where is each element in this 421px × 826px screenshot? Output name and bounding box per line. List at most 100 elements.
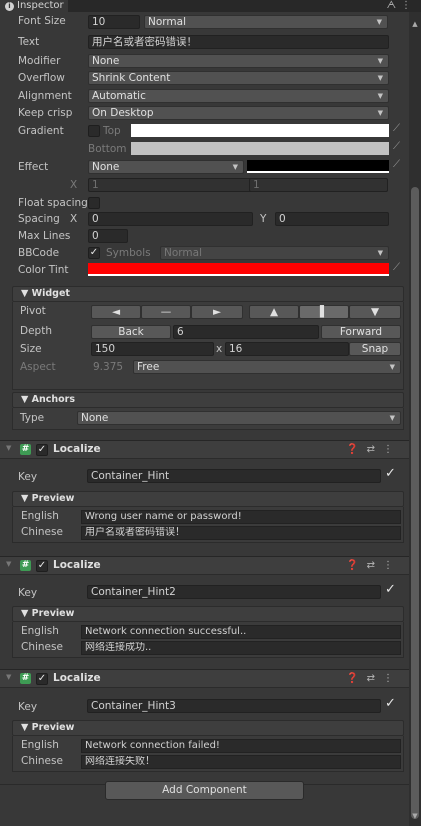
component-enabled-checkbox[interactable]: ✓ xyxy=(36,444,48,456)
kebab-menu-icon[interactable]: ⋮ xyxy=(383,560,401,571)
modifier-value: None xyxy=(92,55,120,67)
preview-lang: Chinese xyxy=(21,755,63,767)
help-icon[interactable]: ❓ xyxy=(346,673,366,684)
preview-row: Chinese 网络连接失败！ xyxy=(13,754,403,770)
inspector-tab-bar: i Inspector ᗅ⋮ xyxy=(0,0,421,12)
help-icon[interactable]: ❓ xyxy=(346,444,366,455)
kebab-menu-icon[interactable]: ⋮ xyxy=(383,673,401,684)
overflow-label: Overflow xyxy=(18,72,65,84)
modifier-label: Modifier xyxy=(18,55,61,67)
pivot-bottom-button[interactable]: ▼ xyxy=(349,305,401,319)
presets-icon[interactable]: ⇄ xyxy=(367,444,383,455)
presets-icon[interactable]: ⇄ xyxy=(367,673,383,684)
height-field[interactable]: 16 xyxy=(225,342,349,356)
effect-dropdown[interactable]: None ▼ xyxy=(88,160,244,174)
modifier-dropdown[interactable]: None ▼ xyxy=(88,54,389,68)
component-title: Localize xyxy=(53,672,101,684)
gradient-bottom-label: Bottom xyxy=(88,143,127,155)
presets-icon[interactable]: ⇄ xyxy=(367,560,383,571)
effect-y-field[interactable]: 1 xyxy=(249,178,388,192)
eyedropper-icon[interactable]: ⟋ xyxy=(393,159,400,170)
localize-component-header[interactable]: ▼ # ✓ Localize ❓⇄⋮ xyxy=(0,556,409,575)
overflow-dropdown[interactable]: Shrink Content ▼ xyxy=(88,71,389,85)
preview-row: English Network connection failed! xyxy=(13,738,403,754)
spacing-y-field[interactable]: 0 xyxy=(275,212,389,226)
anchors-type-label: Type xyxy=(20,412,45,424)
kebab-menu-icon[interactable]: ⋮ xyxy=(383,444,401,455)
effect-value: None xyxy=(92,161,120,173)
scrollbar-thumb[interactable] xyxy=(411,187,419,819)
float-spacing-label: Float spacing xyxy=(18,197,88,209)
key-label: Key xyxy=(18,587,38,599)
color-tint-swatch[interactable] xyxy=(88,263,389,276)
preview-text: 网络连接失败！ xyxy=(81,755,401,769)
pivot-top-button[interactable]: ▲ xyxy=(249,305,299,319)
gradient-top-color[interactable] xyxy=(131,124,389,137)
inspector-content: Font Size 10 Normal ▼ Text 用户名或者密码错误！ Mod… xyxy=(0,12,409,826)
component-enabled-checkbox[interactable]: ✓ xyxy=(36,673,48,685)
kebab-menu-icon[interactable]: ⋮ xyxy=(401,0,416,11)
pivot-middle-button[interactable]: ▌ xyxy=(299,305,349,319)
help-icon[interactable]: ❓ xyxy=(346,560,366,571)
key-field[interactable]: Container_Hint xyxy=(87,469,381,483)
localize-component-header[interactable]: ▼ # ✓ Localize ❓⇄⋮ xyxy=(0,669,409,688)
anchors-section-header[interactable]: ▼ Anchors xyxy=(12,392,404,408)
foldout-arrow-icon[interactable]: ▼ xyxy=(6,560,11,568)
alignment-dropdown[interactable]: Automatic ▼ xyxy=(88,89,389,103)
symbols-dropdown[interactable]: Normal ▼ xyxy=(160,246,389,260)
preview-text: Network connection successful.. xyxy=(81,625,401,639)
preview-section-header[interactable]: ▼ Preview xyxy=(12,606,404,622)
aspect-label: Aspect xyxy=(20,361,56,373)
pivot-right-button[interactable]: ► xyxy=(191,305,243,319)
tab-inspector[interactable]: i Inspector xyxy=(0,0,68,12)
lock-icon[interactable]: ᗅ xyxy=(387,0,401,11)
aspect-mode-dropdown[interactable]: Free ▼ xyxy=(133,360,401,374)
spacing-x-field[interactable]: 0 xyxy=(88,212,253,226)
keep-crisp-dropdown[interactable]: On Desktop ▼ xyxy=(88,106,389,120)
key-field[interactable]: Container_Hint2 xyxy=(87,585,381,599)
gradient-checkbox[interactable] xyxy=(88,125,100,137)
depth-forward-button[interactable]: Forward xyxy=(321,325,401,339)
preview-section-header[interactable]: ▼ Preview xyxy=(12,720,404,736)
key-field[interactable]: Container_Hint3 xyxy=(87,699,381,713)
chevron-down-icon: ▼ xyxy=(377,109,383,117)
effect-x-field[interactable]: 1 xyxy=(88,178,253,192)
widget-section-body: Pivot ◄ — ► ▲ ▌ ▼ Depth Back 6 Forward S… xyxy=(12,302,404,390)
eyedropper-icon[interactable]: ⟋ xyxy=(393,141,400,152)
text-field[interactable]: 用户名或者密码错误！ xyxy=(88,35,389,49)
foldout-arrow-icon[interactable]: ▼ xyxy=(6,444,11,452)
snap-button[interactable]: Snap xyxy=(349,342,401,356)
foldout-arrow-icon[interactable]: ▼ xyxy=(6,673,11,681)
gradient-top-label: Top xyxy=(103,125,121,137)
scroll-up-icon[interactable]: ▲ xyxy=(409,20,421,28)
font-style-value: Normal xyxy=(148,16,186,28)
pivot-left-button[interactable]: ◄ xyxy=(91,305,141,319)
bbcode-checkbox[interactable]: ✓ xyxy=(88,247,100,259)
aspect-mode-value: Free xyxy=(137,361,160,373)
component-enabled-checkbox[interactable]: ✓ xyxy=(36,560,48,572)
localize-component-header[interactable]: ▼ # ✓ Localize ❓⇄⋮ xyxy=(0,440,409,459)
float-spacing-checkbox[interactable] xyxy=(88,197,100,209)
depth-back-button[interactable]: Back xyxy=(91,325,171,339)
gradient-bottom-color[interactable] xyxy=(131,142,389,155)
chevron-down-icon: ▼ xyxy=(377,57,383,65)
widget-section-header[interactable]: ▼ Widget xyxy=(12,286,404,302)
preview-section-header[interactable]: ▼ Preview xyxy=(12,491,404,507)
script-icon: # xyxy=(20,673,31,684)
depth-field[interactable]: 6 xyxy=(173,325,319,339)
pivot-center-button[interactable]: — xyxy=(141,305,191,319)
preview-text: 用户名或者密码错误！ xyxy=(81,526,401,540)
vertical-scrollbar[interactable]: ▲ ▼ xyxy=(409,12,421,826)
effect-color[interactable] xyxy=(247,160,389,173)
eyedropper-icon[interactable]: ⟋ xyxy=(393,262,400,273)
anchors-type-dropdown[interactable]: None ▼ xyxy=(77,411,401,425)
font-style-dropdown[interactable]: Normal ▼ xyxy=(144,15,388,29)
width-field[interactable]: 150 xyxy=(91,342,214,356)
font-size-field[interactable]: 10 xyxy=(88,15,140,29)
chevron-down-icon: ▼ xyxy=(389,414,395,422)
preview-lang: English xyxy=(21,739,59,751)
scroll-down-icon[interactable]: ▼ xyxy=(409,812,421,820)
eyedropper-icon[interactable]: ⟋ xyxy=(393,123,400,134)
max-lines-field[interactable]: 0 xyxy=(88,229,128,243)
add-component-button[interactable]: Add Component xyxy=(105,781,304,800)
